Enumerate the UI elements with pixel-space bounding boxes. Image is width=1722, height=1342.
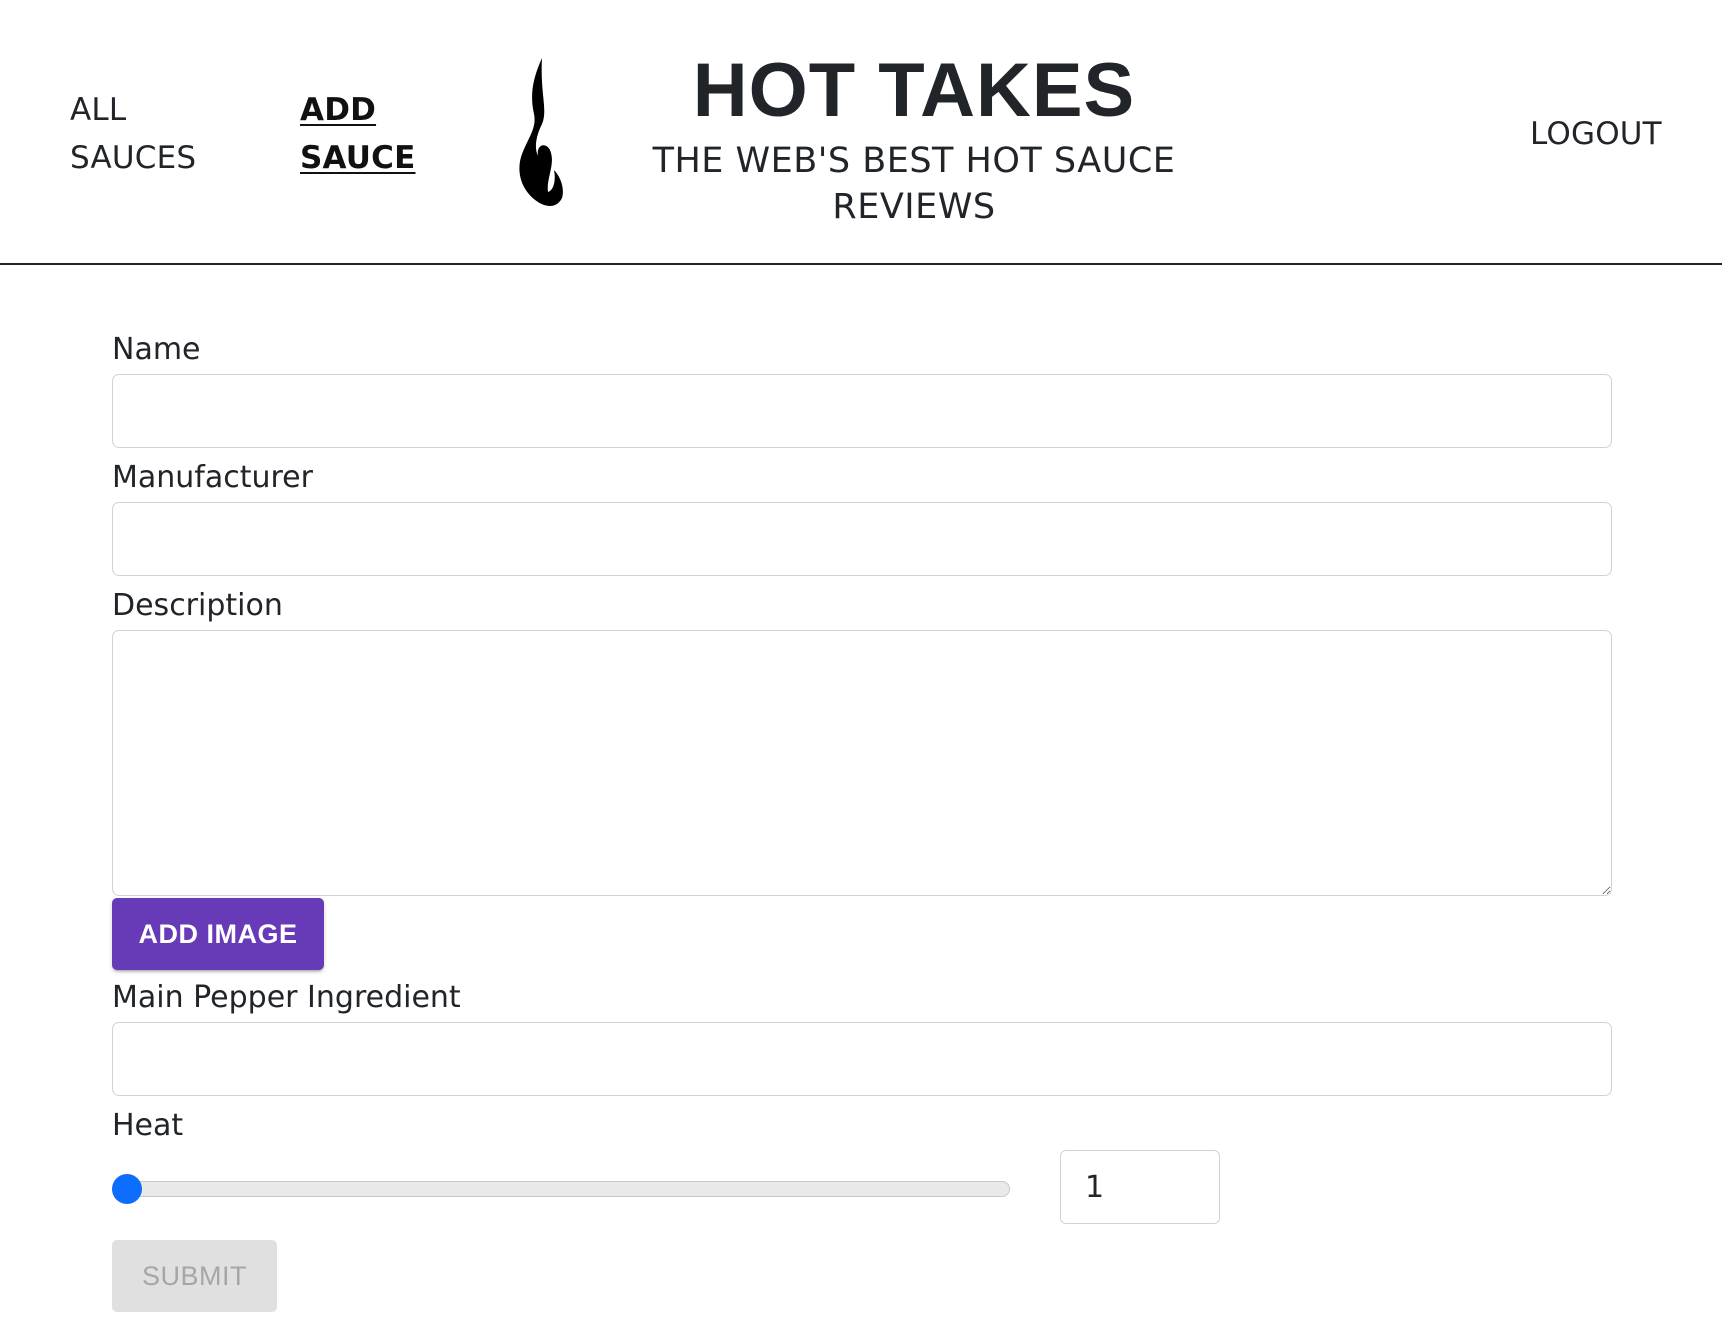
name-label: Name	[112, 332, 201, 367]
main-pepper-label: Main Pepper Ingredient	[112, 980, 461, 1015]
add-sauce-form: Name Manufacturer Description ADD IMAGE …	[112, 330, 1612, 1312]
name-input[interactable]	[112, 374, 1612, 448]
logout-link[interactable]: LOGOUT	[1530, 110, 1662, 158]
manufacturer-label: Manufacturer	[112, 460, 313, 495]
heat-slider-thumb[interactable]	[112, 1174, 142, 1204]
heat-label: Heat	[112, 1108, 184, 1143]
heat-control	[112, 1150, 1612, 1230]
site-title: HOT TAKES	[692, 48, 1136, 133]
heat-slider-track[interactable]	[112, 1181, 1010, 1197]
brand-block: HOT TAKES THE WEB'S BEST HOT SAUCE REVIE…	[644, 48, 1184, 230]
site-header: ALL SAUCES ADD SAUCE HOT TAKES THE WEB'S…	[0, 0, 1722, 265]
add-image-button[interactable]: ADD IMAGE	[112, 898, 324, 970]
heat-number-input[interactable]	[1060, 1150, 1220, 1224]
description-label: Description	[112, 588, 283, 623]
nav-link-all-sauces[interactable]: ALL SAUCES	[70, 86, 240, 182]
submit-button[interactable]: SUBMIT	[112, 1240, 277, 1312]
site-subtitle: THE WEB'S BEST HOT SAUCE REVIEWS	[652, 141, 1176, 227]
flame-icon	[519, 58, 563, 206]
description-textarea[interactable]	[112, 630, 1612, 896]
manufacturer-input[interactable]	[112, 502, 1612, 576]
main-pepper-input[interactable]	[112, 1022, 1612, 1096]
nav-link-add-sauce[interactable]: ADD SAUCE	[300, 86, 430, 182]
